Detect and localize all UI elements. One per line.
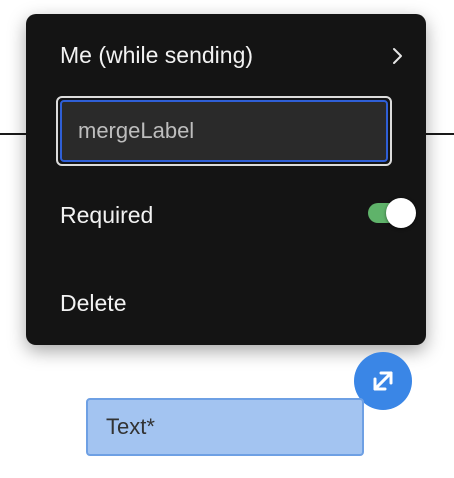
delete-label: Delete — [60, 289, 127, 316]
required-row: Required — [60, 200, 408, 230]
text-field-label: Text* — [106, 414, 155, 439]
field-settings-popover: Me (while sending) Required Delete — [26, 14, 426, 345]
expand-diagonal-icon — [373, 371, 393, 391]
signer-label: Me (while sending) — [60, 41, 254, 68]
delete-button[interactable]: Delete — [60, 288, 408, 318]
required-toggle-knob — [386, 198, 416, 228]
canvas: Me (while sending) Required Delete — [0, 0, 454, 478]
signer-selector[interactable]: Me (while sending) — [60, 40, 408, 70]
required-label: Required — [60, 201, 154, 228]
chevron-right-icon — [388, 45, 408, 65]
merge-label-field-focus — [60, 100, 388, 162]
required-toggle[interactable] — [368, 196, 416, 230]
text-field-placeholder[interactable]: Text* — [86, 398, 364, 456]
merge-label-input[interactable] — [62, 118, 386, 144]
merge-label-field-wrapper — [56, 96, 392, 166]
